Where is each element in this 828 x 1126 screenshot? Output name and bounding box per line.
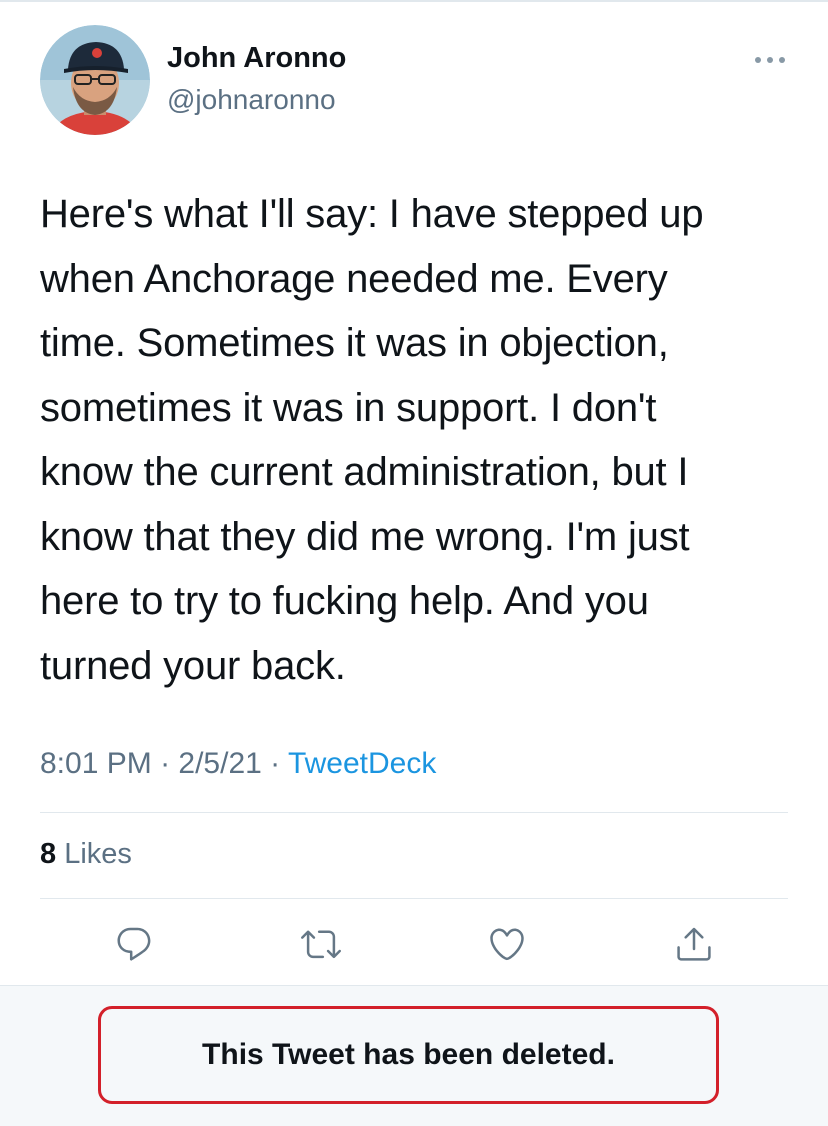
tweet-text-line: turned your back.	[40, 643, 346, 688]
top-divider	[0, 0, 828, 2]
avatar-photo-icon	[40, 25, 150, 135]
retweet-button[interactable]	[301, 924, 341, 964]
tweet-text-line: Here's what I'll say: I have stepped up	[40, 192, 704, 236]
likes-count: 8	[40, 838, 57, 870]
author-handle[interactable]: @johnaronno	[167, 84, 336, 116]
tweet-text-line: when Anchorage needed me. Every	[40, 256, 668, 301]
deleted-notice-text: This Tweet has been deleted.	[202, 1038, 615, 1071]
reply-icon	[117, 927, 151, 961]
tweet-source-link[interactable]: TweetDeck	[288, 747, 436, 780]
avatar[interactable]	[40, 25, 150, 135]
author-name[interactable]: John Aronno	[167, 42, 346, 75]
divider	[40, 812, 788, 813]
meta-separator: ·	[261, 747, 288, 780]
tweet-date[interactable]: 2/5/21	[178, 747, 261, 780]
heart-icon	[490, 928, 524, 961]
tweet-time[interactable]: 8:01 PM	[40, 747, 152, 780]
like-button[interactable]	[487, 924, 527, 964]
deleted-notice: This Tweet has been deleted.	[98, 1006, 719, 1104]
tweet-text-line: time. Sometimes it was in objection,	[40, 321, 669, 365]
tweet-text-line: sometimes it was in support. I don't	[40, 385, 657, 430]
tweet-text-line: here to try to fucking help. And you	[40, 579, 649, 623]
tweet-page: John Aronno @johnaronno Here's what I'll…	[0, 0, 828, 1126]
tweet-text: Here's what I'll say: I have stepped up …	[40, 182, 800, 698]
likes-label: Likes	[56, 838, 132, 870]
divider	[40, 898, 788, 899]
retweet-icon	[301, 930, 341, 959]
share-button[interactable]	[674, 924, 714, 964]
share-icon	[677, 927, 711, 961]
tweet-meta: 8:01 PM · 2/5/21 · TweetDeck	[40, 747, 436, 781]
more-options-icon[interactable]	[754, 52, 786, 68]
reply-button[interactable]	[114, 924, 154, 964]
tweet-text-line: know the current administration, but I	[40, 450, 689, 494]
likes-stat[interactable]: 8 Likes	[40, 838, 132, 871]
tweet-text-line: know that they did me wrong. I'm just	[40, 514, 690, 559]
meta-separator: ·	[151, 747, 179, 780]
